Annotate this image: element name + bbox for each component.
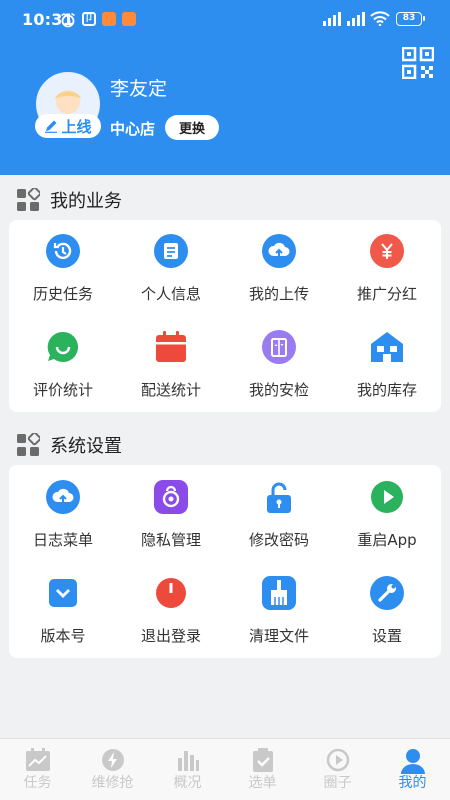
business-card: 历史任务 个人信息 我的上传 推广分红 评价统计 配送统计 我的安检 我的库存 (9, 220, 441, 412)
logout-item[interactable]: 退出登录 (117, 575, 225, 646)
switch-store-button[interactable]: 更换 (165, 115, 219, 140)
battery-indicator: 83 (396, 12, 425, 26)
online-status-label: 上线 (61, 117, 92, 136)
calendar-icon (153, 329, 189, 365)
broom-icon (261, 575, 297, 611)
restart-app-label: 重启App (357, 531, 417, 549)
signal-icon (323, 12, 341, 26)
privacy-icon (153, 479, 189, 515)
profile-card-icon (153, 233, 189, 269)
bar-chart-icon (177, 751, 199, 771)
version-icon (45, 575, 81, 611)
wifi-icon (370, 11, 390, 26)
version-item[interactable]: 版本号 (9, 575, 117, 646)
my-upload-label: 我的上传 (248, 285, 309, 303)
power-icon (153, 575, 189, 611)
promotion-bonus-item[interactable]: 推广分红 (333, 233, 441, 304)
restart-app-item[interactable]: 重启App (333, 479, 441, 550)
tab-circle[interactable]: 圈子 (300, 739, 375, 800)
my-upload-item[interactable]: 我的上传 (225, 233, 333, 304)
tab-order-select[interactable]: 选单 (225, 739, 300, 800)
smile-chat-icon (45, 329, 81, 365)
person-icon (400, 749, 425, 774)
signal-icon (347, 12, 365, 26)
app-notification-icon (122, 12, 136, 26)
tab-label: 选单 (248, 775, 277, 791)
history-icon (45, 233, 81, 269)
safety-check-item[interactable]: 我的安检 (225, 329, 333, 400)
profile-header: 10:31 卩 83 上线 李友定 中心店 更换 (0, 0, 450, 175)
privacy-management-item[interactable]: 隐私管理 (117, 479, 225, 550)
clean-files-label: 清理文件 (248, 627, 309, 645)
tab-repair[interactable]: 维修抢 (75, 739, 150, 800)
play-icon (369, 479, 405, 515)
logout-label: 退出登录 (140, 627, 201, 645)
change-password-label: 修改密码 (248, 531, 309, 549)
inventory-item[interactable]: 我的库存 (333, 329, 441, 400)
grid-apps-icon (17, 433, 40, 456)
circle-play-icon (326, 748, 349, 772)
history-task-label: 历史任务 (32, 285, 93, 303)
clean-files-item[interactable]: 清理文件 (225, 575, 333, 646)
user-name: 李友定 (110, 78, 168, 100)
cloud-upload-icon (45, 479, 81, 515)
settings-section-title: 系统设置 (50, 436, 122, 457)
business-section-title: 我的业务 (50, 191, 122, 212)
cloud-upload-icon (261, 233, 297, 269)
rating-stats-label: 评价统计 (32, 381, 93, 399)
tab-label: 我的 (398, 775, 427, 791)
alarm-icon (61, 12, 75, 28)
clipboard-check-icon (252, 748, 273, 772)
edit-icon (45, 120, 58, 133)
lock-icon (261, 479, 297, 515)
settings-item[interactable]: 设置 (333, 575, 441, 646)
log-menu-item[interactable]: 日志菜单 (9, 479, 117, 550)
settings-section-header: 系统设置 (16, 432, 122, 458)
tab-label: 维修抢 (91, 775, 134, 791)
inventory-label: 我的库存 (356, 381, 417, 399)
history-task-item[interactable]: 历史任务 (9, 233, 117, 304)
online-status-badge[interactable]: 上线 (35, 114, 101, 138)
store-name: 中心店 (110, 120, 156, 138)
elevator-icon (261, 329, 297, 365)
tab-label: 任务 (23, 775, 52, 791)
delivery-stats-label: 配送统计 (140, 381, 201, 399)
tab-tasks[interactable]: 任务 (0, 739, 75, 800)
settings-card: 日志菜单 隐私管理 修改密码 重启App 版本号 退出登录 清理文件 设置 (9, 465, 441, 658)
delivery-stats-item[interactable]: 配送统计 (117, 329, 225, 400)
lightning-icon (101, 749, 124, 771)
bottom-tab-bar: 任务 维修抢 概况 选单 圈子 我的 (0, 738, 450, 800)
rating-stats-item[interactable]: 评价统计 (9, 329, 117, 400)
tab-label: 概况 (173, 775, 202, 791)
personal-info-item[interactable]: 个人信息 (117, 233, 225, 304)
log-menu-label: 日志菜单 (32, 531, 93, 549)
status-bar: 10:31 卩 83 (0, 0, 450, 38)
personal-info-label: 个人信息 (140, 285, 201, 303)
business-section-header: 我的业务 (16, 187, 122, 213)
tab-overview[interactable]: 概况 (150, 739, 225, 800)
safety-check-label: 我的安检 (248, 381, 309, 399)
app-notification-icon (102, 12, 116, 26)
qr-code-icon[interactable] (402, 47, 434, 79)
settings-label: 设置 (371, 627, 402, 645)
change-password-item[interactable]: 修改密码 (225, 479, 333, 550)
tab-mine[interactable]: 我的 (375, 739, 450, 800)
sim-icon: 卩 (82, 12, 96, 26)
tab-label: 圈子 (323, 775, 352, 791)
grid-apps-icon (17, 188, 40, 211)
privacy-management-label: 隐私管理 (140, 531, 201, 549)
warehouse-icon (369, 329, 405, 365)
version-label: 版本号 (40, 627, 86, 645)
wrench-icon (369, 575, 405, 611)
promotion-bonus-label: 推广分红 (356, 285, 417, 303)
task-chart-icon (25, 748, 50, 771)
yen-icon (369, 233, 405, 269)
